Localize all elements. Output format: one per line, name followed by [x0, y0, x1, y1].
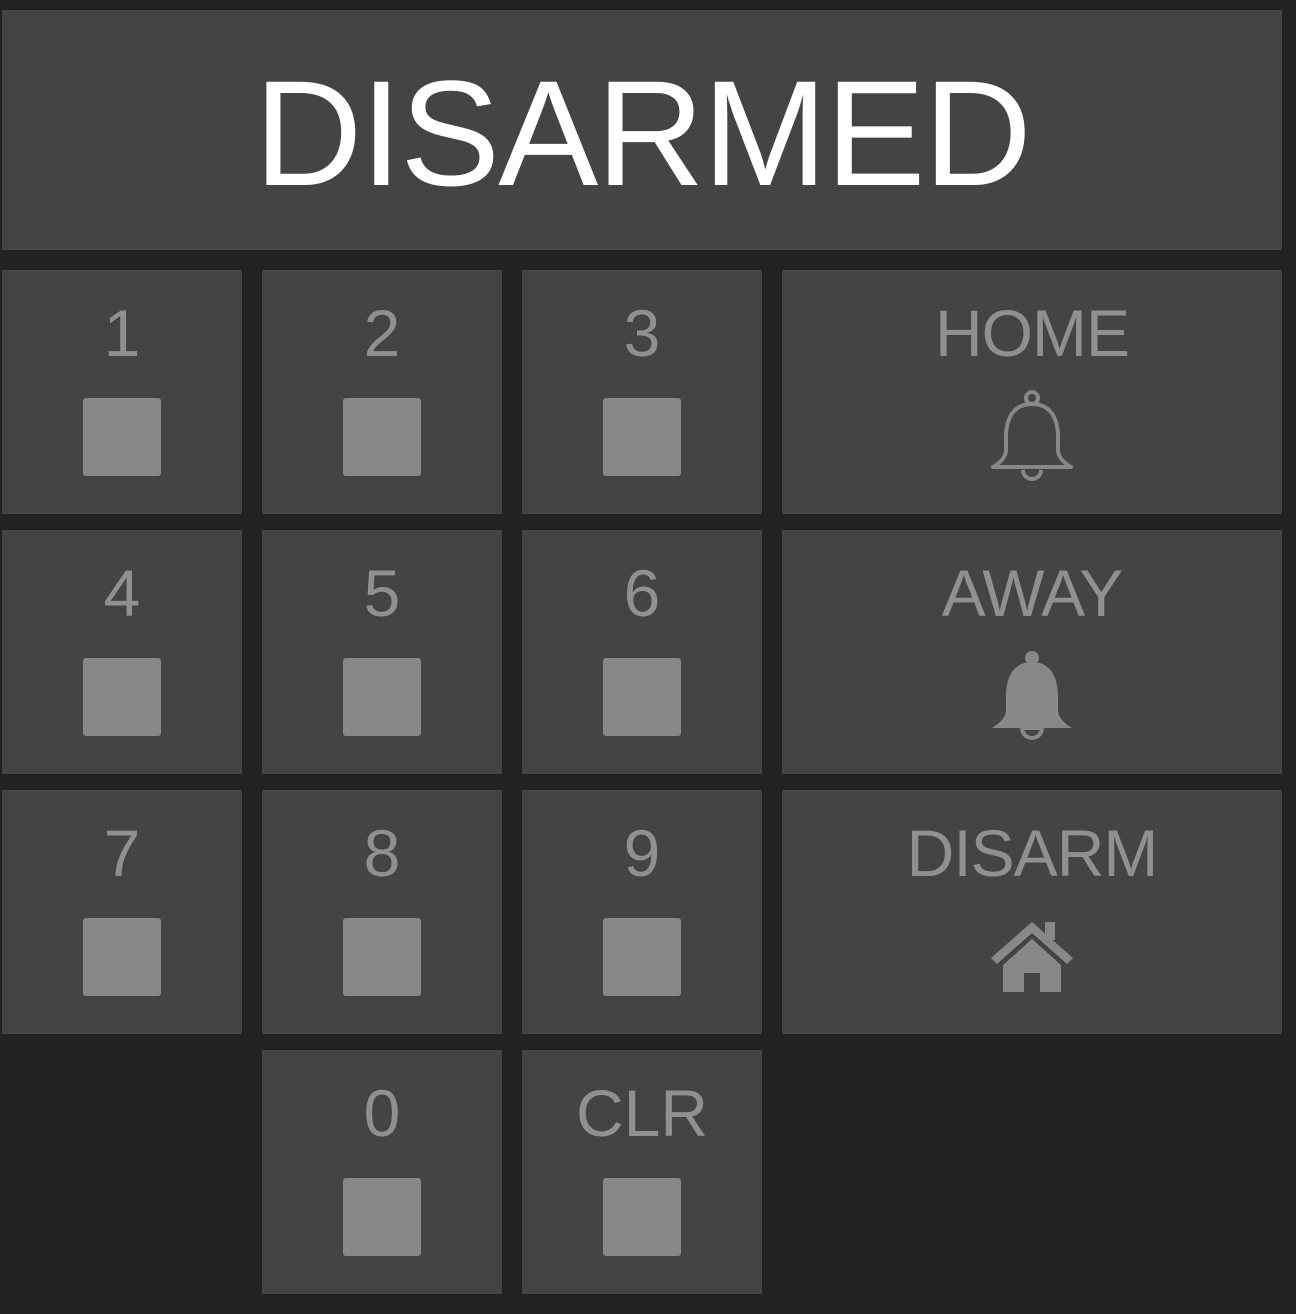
keypad-key-5[interactable]: 5 [262, 530, 502, 774]
keypad-key-3[interactable]: 3 [522, 270, 762, 514]
alarm-status-banner: DISARMED [2, 10, 1282, 250]
key-indicator [343, 918, 421, 996]
key-indicator [603, 1178, 681, 1256]
disarm-label: DISARM [906, 816, 1159, 890]
bell-outline-icon [991, 390, 1073, 481]
key-indicator [83, 398, 161, 476]
key-indicator [603, 398, 681, 476]
alarm-status-text: DISARMED [254, 49, 1032, 217]
keypad-key-9[interactable]: 9 [522, 790, 762, 1034]
key-label: 6 [623, 556, 661, 630]
clear-button[interactable]: CLR [522, 1050, 762, 1294]
keypad-key-8[interactable]: 8 [262, 790, 502, 1034]
key-label: 3 [623, 296, 661, 370]
key-label: 8 [363, 816, 401, 890]
key-label: 7 [103, 816, 141, 890]
keypad-key-7[interactable]: 7 [2, 790, 242, 1034]
key-indicator [83, 658, 161, 736]
key-indicator [343, 658, 421, 736]
arm-home-label: HOME [935, 296, 1130, 370]
keypad-key-6[interactable]: 6 [522, 530, 762, 774]
house-icon [991, 922, 1073, 992]
key-label: 9 [623, 816, 661, 890]
key-label: 5 [363, 556, 401, 630]
arm-away-label: AWAY [941, 556, 1124, 630]
keypad-key-0[interactable]: 0 [262, 1050, 502, 1294]
key-label: 0 [363, 1076, 401, 1150]
key-indicator [83, 918, 161, 996]
disarm-button[interactable]: DISARM [782, 790, 1282, 1034]
keypad-key-4[interactable]: 4 [2, 530, 242, 774]
key-label: 1 [103, 296, 141, 370]
key-indicator [603, 658, 681, 736]
keypad-key-2[interactable]: 2 [262, 270, 502, 514]
key-indicator [343, 398, 421, 476]
arm-away-button[interactable]: AWAY [782, 530, 1282, 774]
arm-home-button[interactable]: HOME [782, 270, 1282, 514]
key-indicator [603, 918, 681, 996]
keypad-key-1[interactable]: 1 [2, 270, 242, 514]
bell-filled-icon [992, 651, 1072, 740]
key-label: 4 [103, 556, 141, 630]
key-label: 2 [363, 296, 401, 370]
key-label: CLR [575, 1076, 709, 1150]
key-indicator [343, 1178, 421, 1256]
